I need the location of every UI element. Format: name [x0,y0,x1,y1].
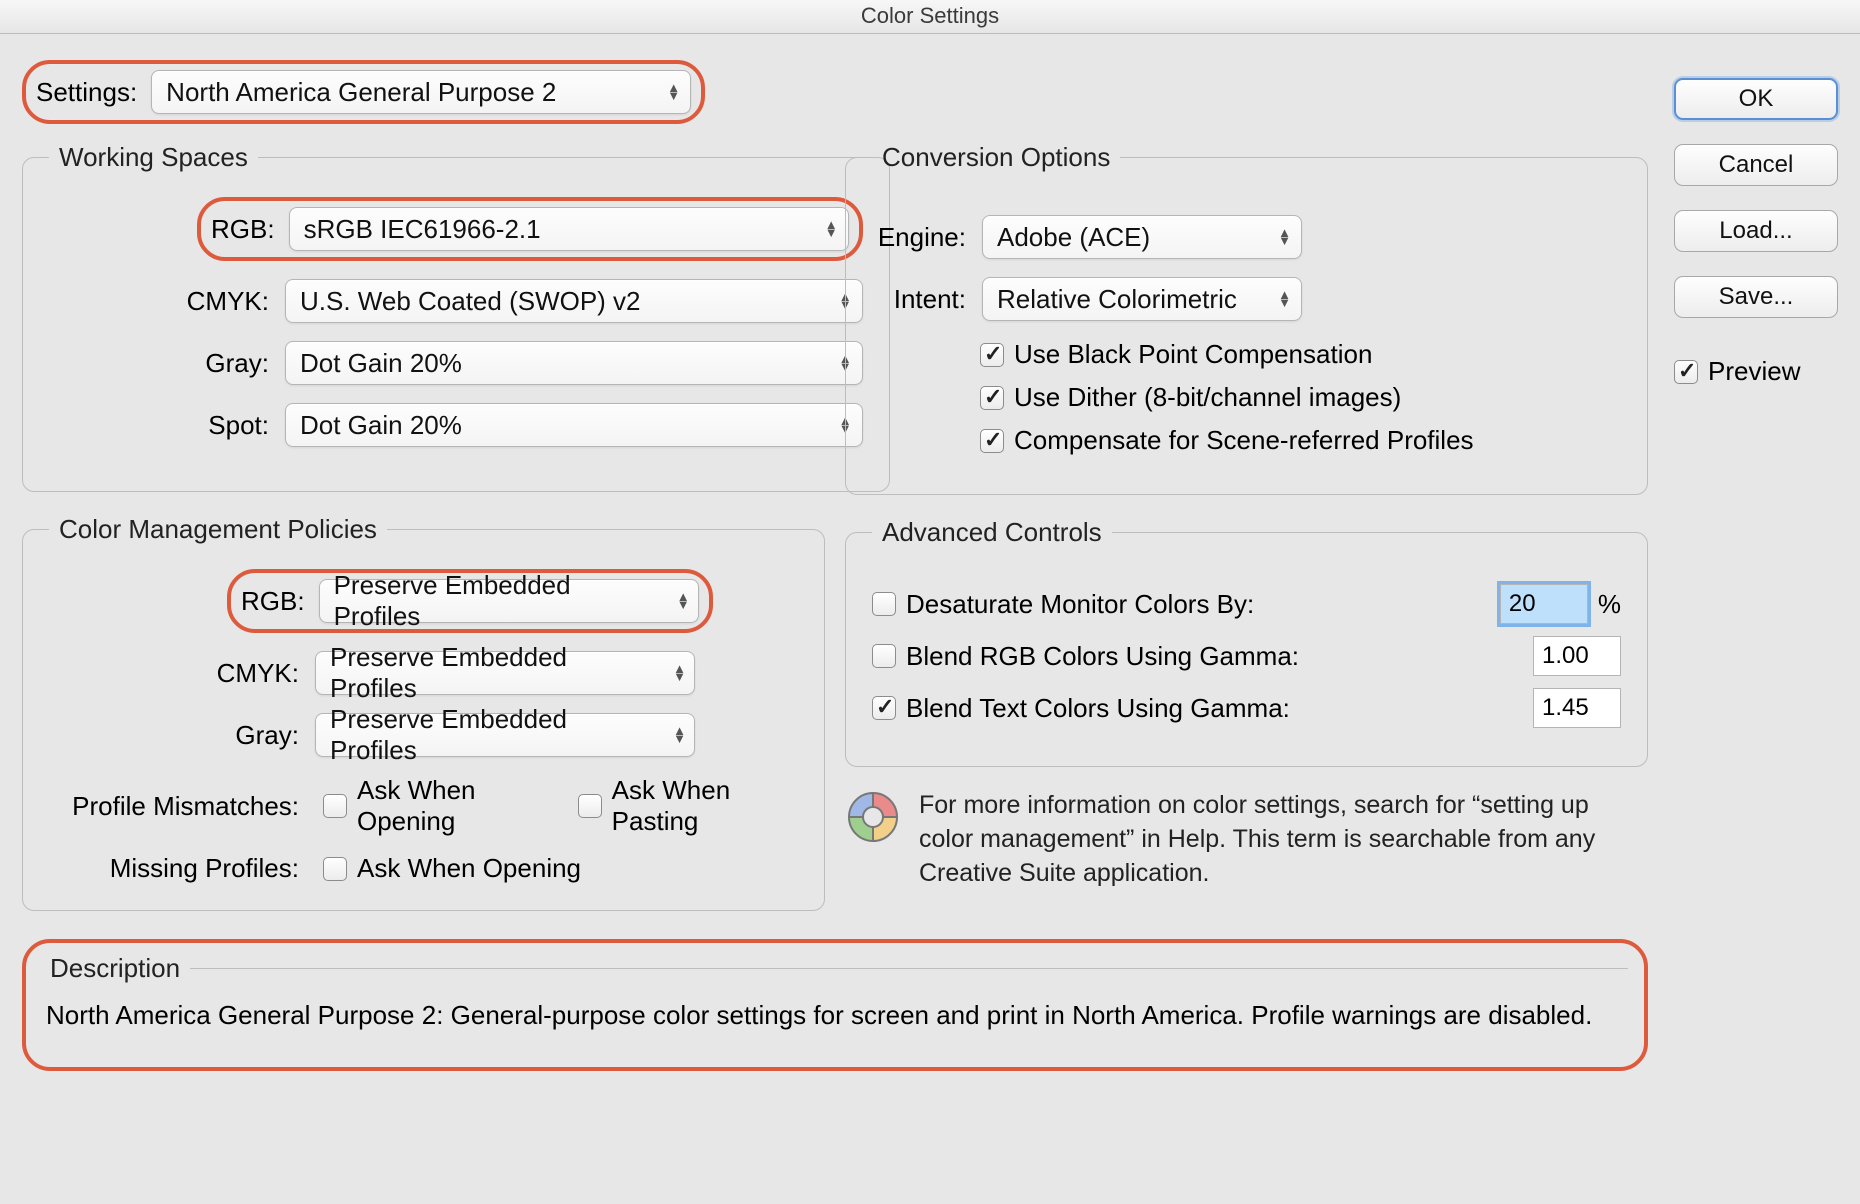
ws-gray-label: Gray: [49,348,269,379]
working-spaces-group: Working Spaces RGB: sRGB IEC61966-2.1 ▲▼ [22,142,890,492]
ok-button[interactable]: OK [1674,78,1838,120]
color-settings-dialog: Color Settings Settings: North America G… [0,0,1860,1204]
working-spaces-legend: Working Spaces [49,142,258,173]
policies-group: Color Management Policies RGB: Preserve … [22,514,825,911]
ws-cmyk-popup[interactable]: U.S. Web Coated (SWOP) v2 ▲▼ [285,279,863,323]
desaturate-suffix: % [1598,589,1621,620]
policies-legend: Color Management Policies [49,514,387,545]
pol-gray-popup[interactable]: Preserve Embedded Profiles ▲▼ [315,713,695,757]
info-text: For more information on color settings, … [919,789,1648,890]
engine-label: Engine: [872,222,966,253]
ws-rgb-value: sRGB IEC61966-2.1 [304,214,541,245]
ask-opening-mismatch-label: Ask When Opening [357,775,554,837]
ws-gray-popup[interactable]: Dot Gain 20% ▲▼ [285,341,863,385]
pol-gray-label: Gray: [49,720,299,751]
advanced-legend: Advanced Controls [872,517,1112,548]
blend-rgb-input[interactable] [1533,636,1621,676]
ask-pasting-mismatch-label: Ask When Pasting [612,775,798,837]
missing-profiles-label: Missing Profiles: [49,853,299,884]
engine-popup[interactable]: Adobe (ACE) ▲▼ [982,215,1302,259]
compensate-label: Compensate for Scene-referred Profiles [1014,425,1474,456]
blend-rgb-label: Blend RGB Colors Using Gamma: [906,641,1299,672]
chevron-updown-icon: ▲▼ [677,593,690,609]
compensate-checkbox[interactable] [980,429,1004,453]
pol-cmyk-popup[interactable]: Preserve Embedded Profiles ▲▼ [315,651,695,695]
dither-checkbox[interactable] [980,386,1004,410]
highlight-settings: Settings: North America General Purpose … [22,60,705,124]
pol-gray-value: Preserve Embedded Profiles [330,704,652,766]
chevron-updown-icon: ▲▼ [1278,291,1291,307]
preview-label: Preview [1708,356,1800,387]
conversion-legend: Conversion Options [872,142,1120,173]
blackpoint-label: Use Black Point Compensation [1014,339,1372,370]
blend-text-checkbox[interactable] [872,696,896,720]
save-button[interactable]: Save... [1674,276,1838,318]
highlight-rgb-workingspace: RGB: sRGB IEC61966-2.1 ▲▼ [197,197,863,261]
pol-cmyk-label: CMYK: [49,658,299,689]
highlight-rgb-policy: RGB: Preserve Embedded Profiles ▲▼ [227,569,713,633]
description-group: Description North America General Purpos… [42,953,1628,1039]
ws-spot-popup[interactable]: Dot Gain 20% ▲▼ [285,403,863,447]
desaturate-input[interactable] [1500,584,1588,624]
ws-cmyk-label: CMYK: [49,286,269,317]
pol-rgb-label: RGB: [241,586,305,617]
blend-rgb-checkbox[interactable] [872,644,896,668]
dither-label: Use Dither (8-bit/channel images) [1014,382,1401,413]
button-panel: OK Cancel Load... Save... Preview [1674,60,1838,1182]
highlight-description: Description North America General Purpos… [22,939,1648,1071]
ws-cmyk-value: U.S. Web Coated (SWOP) v2 [300,286,641,317]
ask-pasting-mismatch-checkbox[interactable] [578,794,602,818]
ask-opening-missing-label: Ask When Opening [357,853,581,884]
ask-opening-missing-checkbox[interactable] [323,857,347,881]
intent-label: Intent: [872,284,966,315]
blend-text-label: Blend Text Colors Using Gamma: [906,693,1290,724]
settings-value: North America General Purpose 2 [166,77,556,108]
ws-gray-value: Dot Gain 20% [300,348,462,379]
description-legend: Description [40,953,190,984]
chevron-updown-icon: ▲▼ [825,221,838,237]
cancel-button[interactable]: Cancel [1674,144,1838,186]
preview-checkbox[interactable] [1674,360,1698,384]
blackpoint-checkbox[interactable] [980,343,1004,367]
window-title: Color Settings [0,0,1860,34]
ws-spot-label: Spot: [49,410,269,441]
desaturate-label: Desaturate Monitor Colors By: [906,589,1254,620]
pol-rgb-value: Preserve Embedded Profiles [334,570,656,632]
pol-cmyk-value: Preserve Embedded Profiles [330,642,652,704]
ask-opening-mismatch-checkbox[interactable] [323,794,347,818]
chevron-updown-icon: ▲▼ [673,665,686,681]
info-row: For more information on color settings, … [845,789,1648,890]
chevron-updown-icon: ▲▼ [673,727,686,743]
engine-value: Adobe (ACE) [997,222,1150,253]
intent-popup[interactable]: Relative Colorimetric ▲▼ [982,277,1302,321]
desaturate-checkbox[interactable] [872,592,896,616]
ws-rgb-popup[interactable]: sRGB IEC61966-2.1 ▲▼ [289,207,849,251]
chevron-updown-icon: ▲▼ [667,84,680,100]
ws-rgb-label: RGB: [211,214,275,245]
ws-spot-value: Dot Gain 20% [300,410,462,441]
profile-mismatches-label: Profile Mismatches: [49,791,299,822]
description-text: North America General Purpose 2: General… [46,998,1624,1033]
color-wheel-icon [845,789,901,845]
load-button[interactable]: Load... [1674,210,1838,252]
blend-text-input[interactable] [1533,688,1621,728]
conversion-group: Conversion Options Engine: Adobe (ACE) ▲… [845,142,1648,495]
advanced-group: Advanced Controls Desaturate Monitor Col… [845,517,1648,767]
settings-label: Settings: [36,77,137,108]
chevron-updown-icon: ▲▼ [1278,229,1291,245]
pol-rgb-popup[interactable]: Preserve Embedded Profiles ▲▼ [319,579,699,623]
intent-value: Relative Colorimetric [997,284,1237,315]
settings-popup[interactable]: North America General Purpose 2 ▲▼ [151,70,691,114]
